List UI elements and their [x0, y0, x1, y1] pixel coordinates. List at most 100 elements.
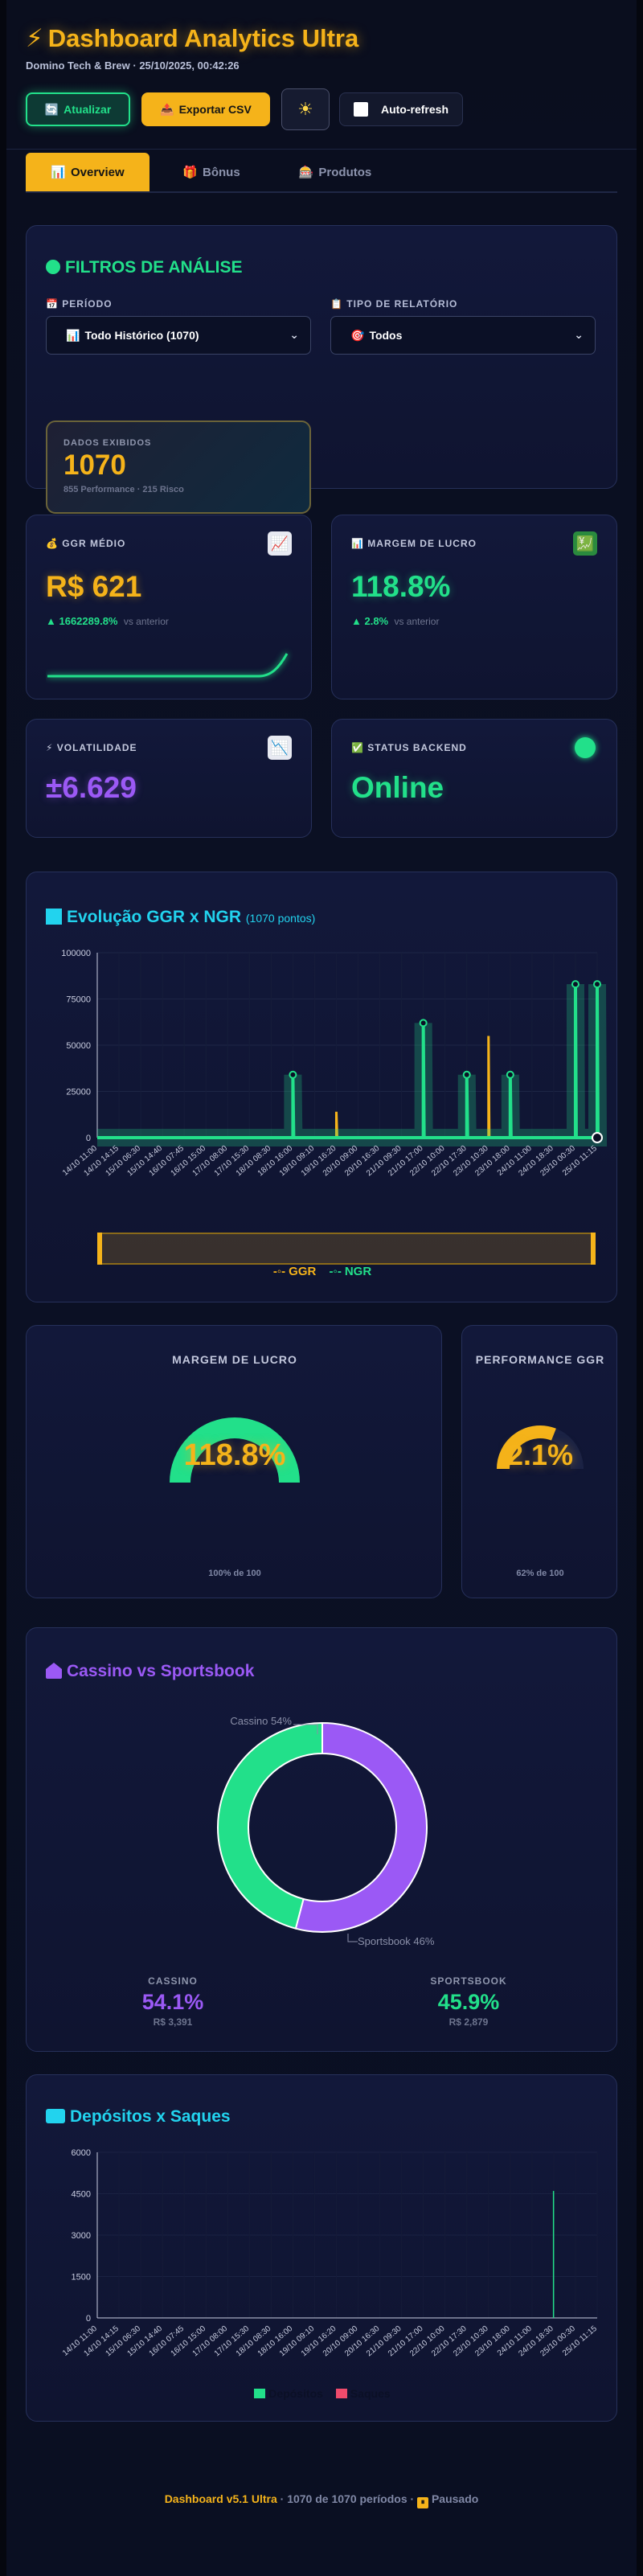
sports-stat: SPORTSBOOK 45.9% R$ 2,879 [412, 1975, 525, 2028]
period-select[interactable]: 📊 Todo Histórico (1070) ⌄ [46, 316, 311, 355]
y-tick-label: 3000 [72, 2231, 91, 2241]
target-icon: 🎯 [350, 328, 365, 342]
ngr-point [289, 1070, 297, 1079]
line-dot-icon: -◦- [272, 1265, 286, 1278]
gift-icon: 🎁 [182, 166, 198, 179]
green-square-icon [254, 2389, 266, 2398]
casino-stat-amount: R$ 3,391 [153, 2016, 193, 2028]
ggr-change: ▲ 1662289.8% [46, 615, 118, 627]
deposits-title: Depósitos x Saques [46, 2107, 231, 2127]
sports-callout-line [347, 1934, 358, 1942]
checkmark-icon: ✅ [351, 742, 368, 753]
status-dot-icon [573, 736, 597, 760]
backend-metric-card: ✅ STATUS BACKEND Online [331, 719, 617, 838]
backend-label: ✅ STATUS BACKEND [351, 742, 467, 753]
ggr-gauge-caption: 62% de 100 [516, 1569, 564, 1578]
legend-ggr-label: GGR [289, 1265, 317, 1278]
report-select-value: Todos [369, 329, 403, 342]
card-icon [46, 2109, 65, 2123]
theme-toggle-button[interactable]: ☀ [281, 88, 330, 130]
tab-produtos[interactable]: 🎰 Produtos [273, 153, 397, 191]
hover-point [592, 1132, 603, 1143]
shown-data-box: DADOS EXIBIDOS 1070 855 Performance · 21… [46, 420, 311, 514]
line-dot-icon: -◦- [329, 1265, 342, 1278]
volatility-value: ±6.629 [46, 771, 137, 804]
bolt-icon: ⚡ [46, 742, 57, 753]
chart-yen-icon: 💹 [573, 531, 597, 556]
ggr-value: R$ 621 [46, 570, 142, 603]
y-tick-label: 25000 [66, 1088, 91, 1097]
casino-icon: 🎰 [298, 166, 314, 179]
tab-bar: 📊 Overview 🎁 Bônus 🎰 Produtos [26, 153, 617, 193]
deposit-bar [552, 2191, 555, 2318]
legend-ggr[interactable]: -◦- GGR [273, 1265, 316, 1278]
report-select[interactable]: 🎯 Todos ⌄ [330, 316, 596, 355]
autorefresh-checkbox[interactable] [353, 102, 368, 117]
sun-icon: ☀ [297, 99, 313, 119]
refresh-button[interactable]: 🔄 Atualizar [26, 92, 130, 126]
tab-bonus[interactable]: 🎁 Bônus [149, 153, 273, 191]
refresh-icon: 🔄 [44, 102, 59, 116]
margin-label-text: MARGEM DE LUCRO [367, 538, 477, 549]
ngr-point [506, 1070, 514, 1079]
outbox-icon: 📤 [160, 102, 174, 116]
square-icon [46, 909, 62, 925]
tab-overview-label: Overview [70, 165, 125, 179]
volatility-label: ⚡ VOLATILIDADE [46, 742, 137, 753]
volatility-metric-card: ⚡ VOLATILIDADE 📉 ±6.629 [26, 719, 312, 838]
legend-ngr-label: NGR [344, 1265, 372, 1278]
evolution-chart[interactable]: 025000500007500010000014/10 11:0014/10 1… [27, 937, 618, 1226]
ggr-compare: vs anterior [123, 616, 169, 627]
ngr-series-line [97, 984, 600, 1139]
autorefresh-toggle[interactable]: Auto-refresh [339, 92, 463, 126]
legend-withdrawals-label: Saques [350, 2387, 391, 2400]
margin-metric-card: 📊 MARGEM DE LUCRO 💹 118.8% ▲ 2.8% vs ant… [331, 515, 617, 699]
sports-stat-amount: R$ 2,879 [448, 2016, 489, 2028]
footer-status: Pausado [431, 2492, 479, 2505]
margin-gauge-caption: 100% de 100 [208, 1569, 261, 1578]
split-donut-chart[interactable]: Cassino 54% Sportsbook 46% [27, 1692, 618, 1966]
tab-overview[interactable]: 📊 Overview [26, 153, 149, 191]
margin-value: 118.8% [351, 570, 451, 603]
legend-ngr[interactable]: -◦- NGR [330, 1265, 372, 1278]
ngr-point [462, 1070, 471, 1079]
y-tick-label: 100000 [61, 949, 91, 958]
chart-icon: 📊 [66, 328, 80, 342]
deposits-legend: Depósitos Saques [27, 2387, 618, 2401]
backend-value: Online [351, 771, 444, 804]
ggr-gauge-value: 2.1% [506, 1438, 574, 1471]
legend-deposits[interactable]: Depósitos [254, 2387, 323, 2400]
range-handle-left[interactable] [97, 1233, 102, 1265]
autorefresh-label: Auto-refresh [380, 103, 448, 116]
y-tick-label: 0 [86, 2314, 91, 2324]
margin-gauge-title: MARGEM DE LUCRO [172, 1353, 297, 1366]
export-csv-button[interactable]: 📤 Exportar CSV [141, 92, 270, 126]
sports-stat-label: SPORTSBOOK [430, 1975, 507, 1987]
ngr-glow [97, 984, 608, 1146]
money-bag-icon: 💰 [46, 538, 63, 549]
legend-deposits-label: Depósitos [268, 2387, 323, 2400]
report-label: 📋 TIPO DE RELATÓRIO [330, 298, 457, 310]
legend-withdrawals[interactable]: Saques [335, 2387, 391, 2400]
shown-value: 1070 [63, 449, 126, 481]
deposits-chart[interactable]: 0150030004500600014/10 11:0014/10 14:151… [27, 2139, 618, 2373]
deposits-card: Depósitos x Saques 0 1500 3000 4500 6000 14/1… [26, 2074, 617, 2422]
tab-produtos-label: Produtos [318, 165, 372, 179]
margin-gauge-value: 118.8% [183, 1438, 286, 1472]
red-square-icon [335, 2389, 347, 2398]
range-slider[interactable] [97, 1233, 596, 1265]
casino-callout: Cassino 54% [230, 1715, 292, 1727]
sports-stat-pct: 45.9% [437, 1990, 500, 2014]
y-tick-label: 0 [86, 1134, 91, 1143]
bar-chart-icon: 📊 [351, 538, 368, 549]
report-label-text: TIPO DE RELATÓRIO [346, 298, 458, 310]
ngr-point [571, 980, 580, 989]
green-dot-icon [46, 260, 60, 274]
ggr-label: 💰 GGR MÉDIO [46, 538, 125, 549]
period-select-value: Todo Histórico (1070) [84, 329, 199, 342]
trending-down-icon: 📉 [268, 736, 292, 760]
range-handle-right[interactable] [591, 1233, 596, 1265]
clipboard-icon: 📋 [330, 298, 347, 310]
split-card: Cassino vs Sportsbook Cassino 54% Sportsb… [26, 1627, 617, 2052]
margin-label: 📊 MARGEM DE LUCRO [351, 538, 477, 549]
